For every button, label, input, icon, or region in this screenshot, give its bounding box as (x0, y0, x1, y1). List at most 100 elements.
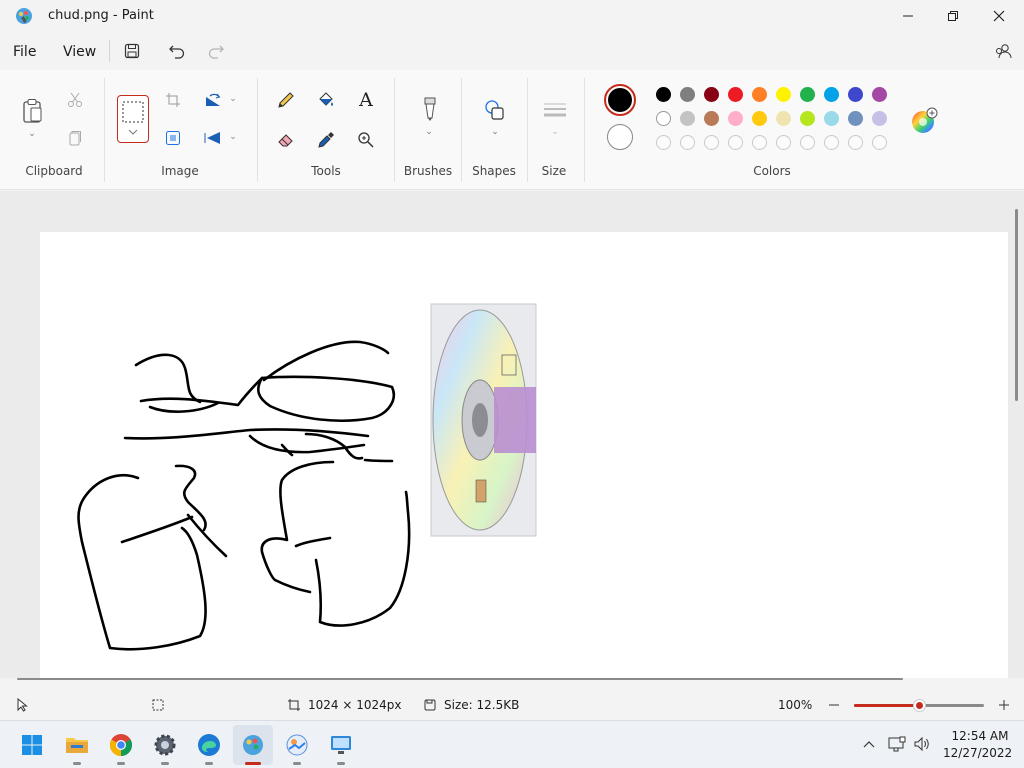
cut-icon[interactable] (64, 90, 86, 110)
flip-icon[interactable] (202, 128, 224, 148)
show-hidden-icons-chevron-icon[interactable] (860, 735, 878, 753)
crop-icon[interactable] (162, 90, 184, 110)
file-size-icon (422, 697, 438, 713)
remote-desktop-icon[interactable] (328, 732, 354, 758)
restore-button[interactable] (937, 2, 969, 30)
title-bar: chud.png - Paint (0, 0, 1024, 32)
select-tool-button[interactable] (117, 95, 149, 143)
paste-dropdown-chevron-icon[interactable]: ⌄ (25, 128, 39, 140)
shapes-icon[interactable] (481, 96, 509, 124)
size-dropdown-chevron-icon[interactable]: ⌄ (548, 126, 562, 138)
close-button[interactable] (983, 2, 1015, 30)
copy-icon[interactable] (64, 128, 86, 148)
file-size-label: Size: 12.5KB (444, 698, 520, 712)
palette-custom-slot[interactable] (680, 135, 695, 150)
paste-icon[interactable] (18, 96, 46, 126)
start-windows-icon[interactable] (20, 733, 44, 757)
clock-date[interactable]: 12/27/2022 (943, 746, 1012, 760)
edit-colors-icon[interactable] (909, 106, 939, 136)
ribbon-separator (461, 78, 462, 182)
palette-custom-slot[interactable] (704, 135, 719, 150)
palette-color-swatch[interactable] (656, 111, 671, 126)
canvas-dimensions: 1024 × 1024px (308, 698, 402, 712)
zoom-slider-track[interactable] (854, 700, 984, 711)
palette-color-swatch[interactable] (800, 87, 815, 102)
palette-custom-slot[interactable] (800, 135, 815, 150)
volume-icon[interactable] (911, 734, 933, 754)
brushes-dropdown-chevron-icon[interactable]: ⌄ (422, 126, 436, 138)
rotate-dropdown-chevron-icon[interactable]: ⌄ (227, 92, 239, 106)
magnifier-icon[interactable] (354, 128, 378, 152)
palette-color-swatch[interactable] (848, 87, 863, 102)
primary-color-swatch[interactable] (604, 84, 636, 116)
secondary-color-swatch[interactable] (607, 124, 633, 150)
zoom-in-icon[interactable] (996, 697, 1012, 713)
drawing-canvas[interactable] (40, 232, 1008, 678)
selection-size-icon (150, 697, 166, 713)
minimize-button[interactable] (892, 2, 924, 30)
flip-dropdown-chevron-icon[interactable]: ⌄ (227, 130, 239, 144)
palette-color-swatch[interactable] (776, 111, 791, 126)
palette-custom-slot[interactable] (824, 135, 839, 150)
network-icon[interactable] (886, 734, 908, 754)
shapes-dropdown-chevron-icon[interactable]: ⌄ (488, 126, 502, 138)
paint-app-icon (14, 6, 34, 26)
palette-custom-slot[interactable] (848, 135, 863, 150)
rotate-icon[interactable] (202, 90, 224, 110)
palette-custom-slot[interactable] (656, 135, 671, 150)
size-lines-icon[interactable] (540, 98, 570, 122)
palette-custom-slot[interactable] (728, 135, 743, 150)
pencil-icon[interactable] (274, 88, 298, 112)
brushes-icon[interactable] (415, 94, 443, 124)
redo-icon[interactable] (205, 40, 227, 62)
fill-bucket-icon[interactable] (314, 88, 338, 112)
palette-color-swatch[interactable] (728, 111, 743, 126)
chrome-icon[interactable] (108, 732, 134, 758)
paint-taskbar-icon[interactable] (240, 732, 266, 758)
palette-color-swatch[interactable] (680, 111, 695, 126)
group-label-image: Image (161, 164, 199, 178)
account-icon[interactable] (992, 40, 1016, 62)
color-picker-icon[interactable] (314, 128, 338, 152)
palette-custom-slot[interactable] (872, 135, 887, 150)
save-icon[interactable] (121, 40, 143, 62)
text-tool-icon[interactable]: A (354, 88, 378, 112)
menu-file[interactable]: File (13, 44, 36, 60)
palette-color-swatch[interactable] (728, 87, 743, 102)
palette-custom-slot[interactable] (752, 135, 767, 150)
palette-color-swatch[interactable] (872, 87, 887, 102)
canvas-workspace (0, 191, 1024, 680)
settings-gear-icon[interactable] (152, 732, 178, 758)
palette-color-swatch[interactable] (752, 87, 767, 102)
taskbar-running-indicator (293, 762, 301, 765)
photos-app-icon[interactable] (284, 732, 310, 758)
eraser-icon[interactable] (274, 128, 298, 152)
palette-color-swatch[interactable] (848, 111, 863, 126)
menu-view[interactable]: View (63, 44, 96, 60)
palette-color-swatch[interactable] (704, 87, 719, 102)
clock-time[interactable]: 12:54 AM (950, 729, 1010, 743)
zoom-out-icon[interactable] (826, 697, 842, 713)
zoom-slider-fill (854, 704, 919, 707)
edge-icon[interactable] (196, 732, 222, 758)
undo-icon[interactable] (166, 40, 188, 62)
horizontal-scrollbar[interactable] (17, 678, 903, 680)
palette-color-swatch[interactable] (872, 111, 887, 126)
file-explorer-icon[interactable] (64, 732, 90, 756)
palette-color-swatch[interactable] (656, 87, 671, 102)
menu-bar: File View (0, 32, 1024, 70)
freehand-sketch (77, 303, 537, 651)
palette-color-swatch[interactable] (800, 111, 815, 126)
palette-color-swatch[interactable] (824, 87, 839, 102)
zoom-percent[interactable]: 100% (778, 698, 812, 712)
palette-color-swatch[interactable] (752, 111, 767, 126)
palette-custom-slot[interactable] (776, 135, 791, 150)
palette-color-swatch[interactable] (824, 111, 839, 126)
zoom-slider-thumb[interactable] (914, 700, 925, 711)
palette-color-swatch[interactable] (680, 87, 695, 102)
palette-color-swatch[interactable] (776, 87, 791, 102)
resize-icon[interactable] (162, 128, 184, 148)
vertical-scrollbar[interactable] (1015, 209, 1018, 401)
taskbar-running-indicator (117, 762, 125, 765)
palette-color-swatch[interactable] (704, 111, 719, 126)
